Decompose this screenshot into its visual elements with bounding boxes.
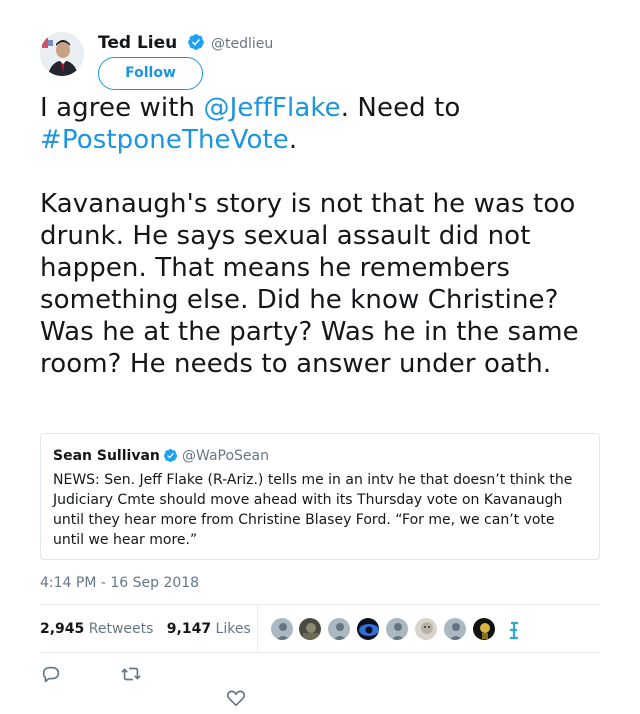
liker-avatar[interactable] bbox=[270, 617, 294, 641]
mention-link[interactable]: @JeffFlake bbox=[203, 93, 340, 123]
liker-avatar[interactable] bbox=[356, 617, 380, 641]
quoted-tweet-text: NEWS: Sen. Jeff Flake (R-Ariz.) tells me… bbox=[53, 472, 573, 548]
default-avatar-icon bbox=[271, 618, 293, 640]
author-handle[interactable]: @tedlieu bbox=[211, 34, 273, 54]
retweets-stat[interactable]: 2,945 Retweets bbox=[40, 621, 153, 637]
retweets-label: Retweets bbox=[88, 621, 154, 637]
quoted-verified-badge-icon bbox=[163, 448, 178, 463]
retweets-count: 2,945 bbox=[40, 621, 85, 637]
default-avatar-icon bbox=[444, 618, 466, 640]
letter-avatar-icon bbox=[502, 618, 524, 640]
photo-avatar-icon bbox=[415, 618, 437, 640]
likes-stat[interactable]: 9,147 Likes bbox=[167, 621, 251, 637]
tweet-text-prefix: I agree with bbox=[40, 93, 204, 123]
divider-bottom bbox=[40, 652, 600, 653]
default-avatar-icon bbox=[386, 618, 408, 640]
quoted-author-name: Sean Sullivan bbox=[53, 448, 160, 464]
tweet-text-suffix: . Need to bbox=[340, 93, 461, 123]
reply-icon[interactable] bbox=[40, 663, 62, 685]
hashtag-link[interactable]: #PostponeTheVote bbox=[40, 125, 289, 155]
likes-label: Likes bbox=[215, 621, 251, 637]
tweet-stats: 2,945 Retweets 9,147 Likes bbox=[40, 620, 251, 638]
retweet-icon[interactable] bbox=[120, 663, 142, 685]
verified-badge-icon bbox=[188, 34, 204, 50]
photo-avatar-icon bbox=[473, 618, 495, 640]
author-name[interactable]: Ted Lieu bbox=[98, 32, 177, 54]
stats-separator bbox=[257, 605, 258, 652]
like-heart-icon[interactable] bbox=[225, 687, 247, 709]
liker-avatar[interactable] bbox=[327, 617, 351, 641]
likes-count: 9,147 bbox=[166, 621, 212, 637]
liker-avatar[interactable] bbox=[501, 617, 525, 641]
eye-avatar-icon bbox=[357, 618, 379, 640]
liker-avatar[interactable] bbox=[414, 617, 438, 641]
liker-avatar[interactable] bbox=[385, 617, 409, 641]
photo-avatar-icon bbox=[299, 618, 321, 640]
hashtag-suffix: . bbox=[288, 125, 298, 155]
quoted-author-handle: @WaPoSean bbox=[182, 448, 269, 464]
author-avatar[interactable] bbox=[40, 32, 84, 76]
liker-avatar[interactable] bbox=[298, 617, 322, 641]
default-avatar-icon bbox=[328, 618, 350, 640]
liker-avatar[interactable] bbox=[472, 617, 496, 641]
tweet-paragraph-1: I agree with @JeffFlake. Need to #Postpon… bbox=[40, 92, 610, 156]
liker-avatar[interactable] bbox=[443, 617, 467, 641]
tweet-timestamp[interactable]: 4:14 PM - 16 Sep 2018 bbox=[40, 574, 199, 592]
tweet-text: I agree with @JeffFlake. Need to #Postpon… bbox=[40, 92, 610, 380]
follow-button[interactable]: Follow bbox=[98, 57, 203, 90]
avatar-icon bbox=[40, 32, 84, 76]
tweet-paragraph-2: Kavanaugh's story is not that he was too… bbox=[40, 189, 579, 379]
quoted-tweet[interactable]: Sean Sullivan @WaPoSean NEWS: Sen. Jeff … bbox=[40, 433, 600, 560]
tweet-card: Ted Lieu @tedlieu Follow I agree with @J… bbox=[0, 0, 640, 714]
divider-top bbox=[40, 604, 600, 605]
